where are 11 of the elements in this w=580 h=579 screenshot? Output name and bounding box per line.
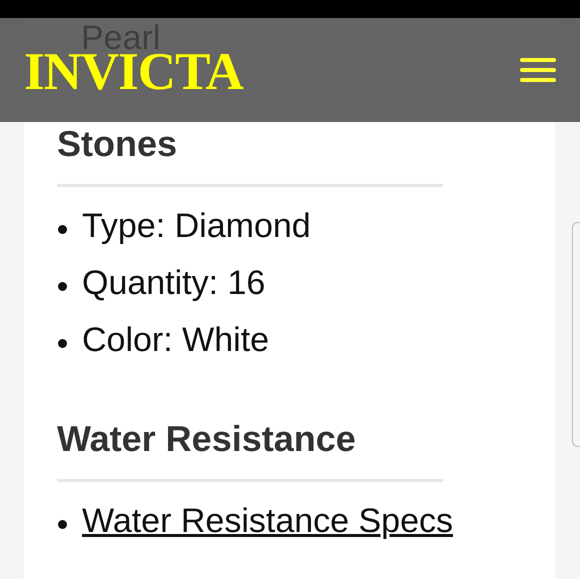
spec-item: Color: White — [82, 320, 270, 361]
bullet-icon — [58, 520, 67, 529]
spec-item: Quantity: 16 — [82, 263, 266, 304]
section-heading: Water Resistance — [57, 417, 356, 461]
bullet-icon — [58, 282, 67, 291]
section-heading: Stones — [57, 122, 178, 166]
bullet-icon — [58, 225, 67, 234]
bullet-icon — [58, 339, 67, 348]
spec-item: Type: Diamond — [82, 206, 311, 247]
menu-icon[interactable] — [520, 58, 556, 82]
specs-link[interactable]: Water Resistance Specs — [82, 493, 453, 550]
